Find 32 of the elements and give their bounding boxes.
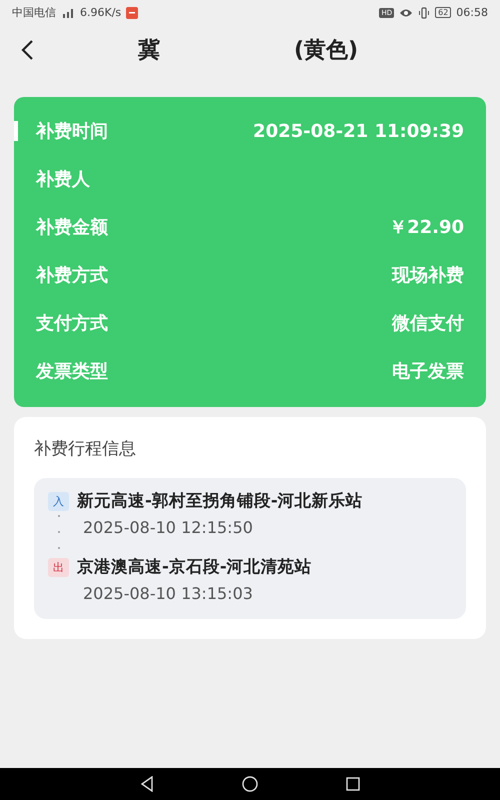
station-name: 京港澳高速-京石段-河北清苑站 <box>77 556 312 578</box>
home-icon[interactable] <box>242 776 258 792</box>
back-nav-icon[interactable] <box>140 776 154 792</box>
field-value: 电子发票 <box>392 360 464 383</box>
clock: 06:58 <box>456 6 488 19</box>
stop-time: 2025-08-10 13:15:03 <box>83 583 253 603</box>
field-label: 补费金额 <box>36 216 108 239</box>
eye-icon <box>399 8 414 18</box>
field-label: 补费人 <box>36 168 90 191</box>
field-value: 2025-08-21 11:09:39 <box>253 120 464 142</box>
app-icon <box>126 6 138 18</box>
stop-tag: 出 <box>48 558 69 576</box>
section-title: 补费行程信息 <box>34 438 137 460</box>
field-label: 补费时间 <box>36 120 108 143</box>
plate-prefix: 冀 <box>138 37 160 65</box>
stop-tag: 入 <box>48 492 69 510</box>
field-label: 支付方式 <box>36 312 108 335</box>
carrier: 中国电信 <box>12 5 56 20</box>
field-label: 补费方式 <box>36 264 108 287</box>
vibrate-icon <box>418 6 430 18</box>
battery-level: 62 <box>435 7 452 18</box>
field-label: 发票类型 <box>36 360 108 383</box>
station-name: 新元高速-郭村至拐角铺段-河北新乐站 <box>77 490 363 512</box>
field-value: ￥22.90 <box>389 216 464 239</box>
signal-icon <box>61 8 75 18</box>
stop-time: 2025-08-10 12:15:50 <box>83 517 253 537</box>
field-value: 现场补费 <box>392 264 464 287</box>
network-speed: 6.96K/s <box>80 6 122 19</box>
back-icon[interactable] <box>20 39 34 61</box>
recents-icon[interactable] <box>346 777 360 791</box>
field-value: 微信支付 <box>392 312 464 335</box>
plate-color: (黄色) <box>294 37 358 65</box>
